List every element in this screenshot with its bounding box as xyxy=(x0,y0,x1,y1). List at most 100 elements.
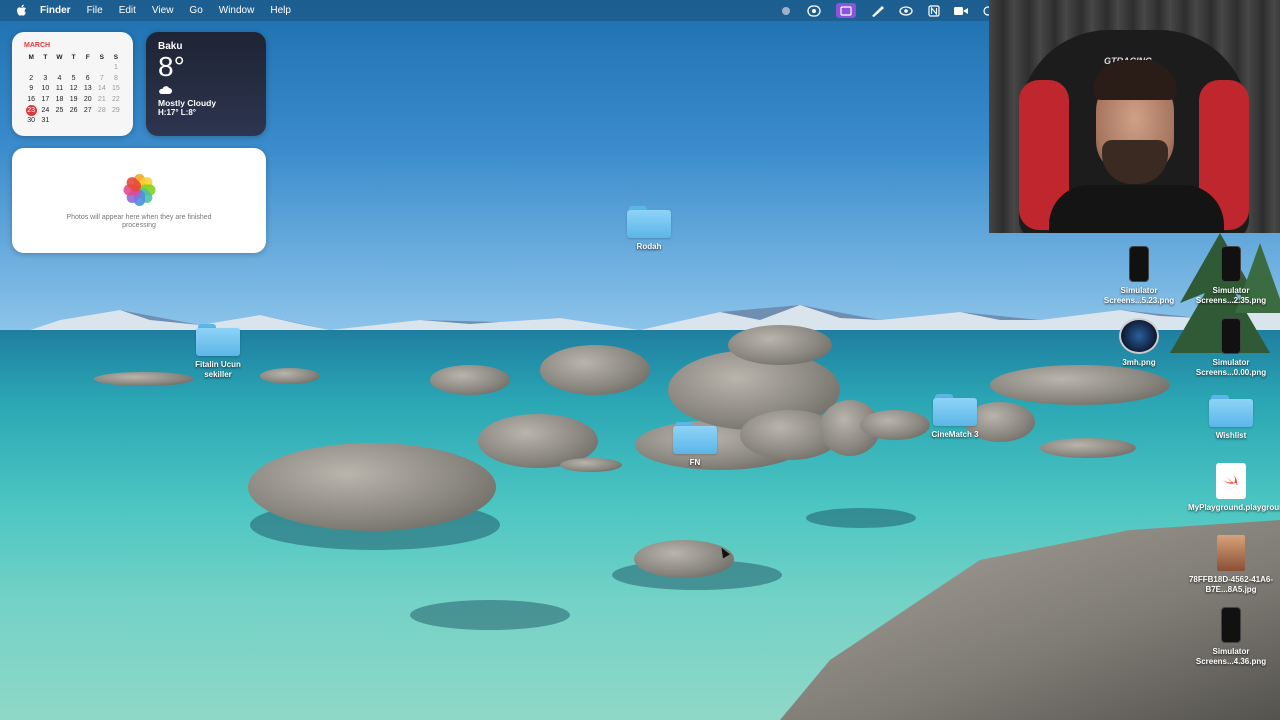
calendar-widget[interactable]: MARCH M T W T F S S 1 2 3 4 5 6 7 8 9 10 11 12 13 14 1… xyxy=(12,32,133,136)
image-file-icon xyxy=(1221,246,1241,282)
apple-menu-icon[interactable] xyxy=(14,4,28,18)
calendar-day: 28 xyxy=(97,106,106,114)
menu-finder[interactable]: Finder xyxy=(40,5,71,16)
rock xyxy=(990,365,1170,405)
folder-icon xyxy=(933,394,977,426)
menu-help[interactable]: Help xyxy=(270,5,291,16)
rock-shadow xyxy=(410,600,570,630)
folder-fitalin-ucun-sekiller[interactable]: Fitalin Ucun sekiller xyxy=(173,324,263,380)
folder-label: Rodah xyxy=(636,242,662,251)
rock-shadow xyxy=(806,508,916,528)
weekday-label: S xyxy=(113,53,119,61)
calendar-day: 25 xyxy=(55,106,64,114)
calendar-day xyxy=(52,116,66,127)
photos-app-icon xyxy=(121,172,157,208)
file-label: Simulator Screens...4.36.png xyxy=(1195,647,1267,666)
calendar-day xyxy=(67,63,81,74)
file-label: Simulator Screens...2.35.png xyxy=(1195,286,1267,305)
file-simulator-screenshot-4[interactable]: Simulator Screens...4.36.png xyxy=(1186,607,1276,667)
file-simulator-screenshot-2[interactable]: Simulator Screens...2.35.png xyxy=(1186,246,1276,306)
calendar-day: 15 xyxy=(112,85,120,93)
sync-icon[interactable] xyxy=(806,3,822,18)
menu-view[interactable]: View xyxy=(152,5,174,16)
rock xyxy=(430,365,510,395)
weather-widget[interactable]: Baku 8° Mostly Cloudy H:17° L:8° xyxy=(146,32,266,136)
folder-icon xyxy=(196,324,240,356)
file-78ffb18d-jpg[interactable]: 78FFB18D-4562-41A6-B7E...8A5.jpg xyxy=(1186,535,1276,595)
calendar-day: 4 xyxy=(57,74,62,82)
file-myplayground[interactable]: MyPlayground.playground xyxy=(1186,463,1280,513)
photos-widget[interactable]: Photos will appear here when they are fi… xyxy=(12,148,266,253)
calendar-day: 18 xyxy=(55,95,64,103)
image-file-icon xyxy=(1217,535,1245,571)
rock xyxy=(260,368,320,384)
folder-label: FN xyxy=(689,458,701,467)
calendar-day: 10 xyxy=(41,85,50,93)
calendar-day: 23 xyxy=(24,104,38,116)
calendar-day xyxy=(81,116,95,127)
calendar-day: 11 xyxy=(55,85,64,93)
folder-cinematch-3[interactable]: CineMatch 3 xyxy=(910,394,1000,440)
calendar-day: 20 xyxy=(83,95,92,103)
rock xyxy=(634,540,734,578)
rock xyxy=(560,458,622,472)
calendar-day: 12 xyxy=(69,85,78,93)
calendar-day: 9 xyxy=(29,85,34,93)
weather-condition: Mostly Cloudy xyxy=(158,98,217,108)
calendar-day xyxy=(52,63,66,74)
calendar-day: 13 xyxy=(83,85,92,93)
file-label: Simulator Screens...5.23.png xyxy=(1103,286,1175,305)
file-label: 3mh.png xyxy=(1122,358,1156,367)
calendar-day: 29 xyxy=(112,106,120,114)
webcam-overlay: GTRACING xyxy=(989,0,1280,233)
menu-file[interactable]: File xyxy=(87,5,103,16)
menu-window[interactable]: Window xyxy=(219,5,255,16)
calendar-day: 19 xyxy=(69,95,78,103)
vpn-icon[interactable] xyxy=(898,3,914,18)
calendar-day: 8 xyxy=(113,74,118,82)
image-file-icon xyxy=(1221,607,1241,643)
folder-label: Fitalin Ucun sekiller xyxy=(195,360,241,379)
weather-high-low: H:17° L:8° xyxy=(158,108,196,117)
calendar-day: 2 xyxy=(29,74,34,82)
calendar-day xyxy=(24,63,38,74)
weekday-label: F xyxy=(85,53,90,61)
calendar-day: 5 xyxy=(71,74,76,82)
weather-temperature: 8° xyxy=(158,51,185,82)
folder-wishlist[interactable]: Wishlist xyxy=(1186,395,1276,441)
folder-icon xyxy=(627,206,671,238)
calendar-day: 6 xyxy=(85,74,90,82)
folder-icon xyxy=(1209,395,1253,427)
file-3mh-png[interactable]: 3mh.png xyxy=(1094,318,1184,368)
pen-icon[interactable] xyxy=(870,3,886,18)
folder-fn[interactable]: FN xyxy=(650,422,740,468)
record-dot-icon[interactable] xyxy=(778,3,794,18)
calendar-day: 22 xyxy=(112,95,120,103)
screen-share-icon[interactable] xyxy=(836,3,856,18)
calendar-day: 14 xyxy=(97,85,106,93)
folder-icon xyxy=(673,422,717,454)
calendar-day: 21 xyxy=(97,95,106,103)
weekday-label: S xyxy=(99,53,104,61)
calendar-day: 1 xyxy=(113,64,118,72)
calendar-day xyxy=(81,63,95,74)
swift-file-icon xyxy=(1216,463,1246,499)
image-file-icon xyxy=(1119,318,1159,354)
calendar-grid: M T W T F S S 1 2 3 4 5 6 7 8 9 10 11 12 13 14 15 16 17 1… xyxy=(24,52,123,126)
calendar-month: MARCH xyxy=(24,42,51,49)
image-file-icon xyxy=(1221,318,1241,354)
file-simulator-screenshot-3[interactable]: Simulator Screens...0.00.png xyxy=(1186,318,1276,378)
weekday-label: T xyxy=(43,53,48,61)
camera-icon[interactable] xyxy=(953,3,969,18)
calendar-day: 27 xyxy=(83,106,92,114)
menu-go[interactable]: Go xyxy=(189,5,202,16)
notion-icon[interactable] xyxy=(926,3,942,18)
calendar-day: 17 xyxy=(41,95,50,103)
menu-edit[interactable]: Edit xyxy=(119,5,136,16)
file-simulator-screenshot-1[interactable]: Simulator Screens...5.23.png xyxy=(1094,246,1184,306)
rock xyxy=(248,443,496,531)
rock xyxy=(728,325,832,365)
folder-rodah[interactable]: Rodah xyxy=(604,206,694,252)
calendar-day xyxy=(95,116,109,127)
calendar-day xyxy=(95,63,109,74)
